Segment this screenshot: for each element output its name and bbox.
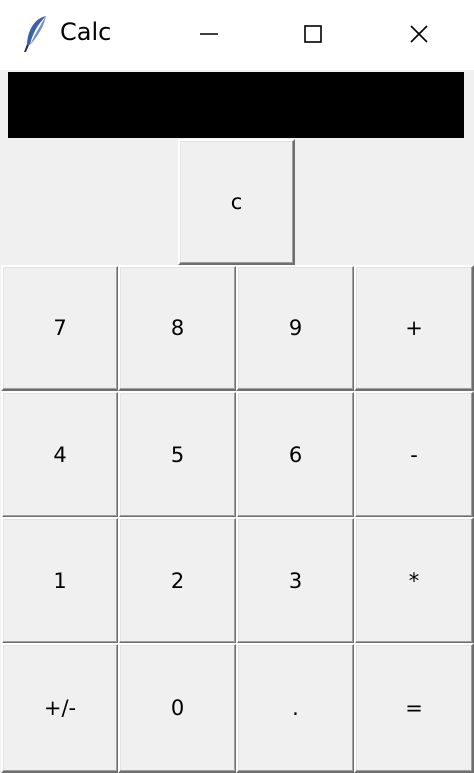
add-button[interactable]: +	[354, 265, 474, 391]
maximize-button[interactable]	[290, 16, 336, 56]
digit-2-button[interactable]: 2	[118, 517, 237, 644]
digit-6-button[interactable]: 6	[236, 391, 355, 518]
negate-button[interactable]: +/-	[1, 643, 119, 773]
clear-button[interactable]: c	[178, 139, 295, 265]
digit-4-button[interactable]: 4	[1, 391, 119, 518]
digit-7-button[interactable]: 7	[1, 265, 119, 391]
minimize-icon	[198, 23, 220, 49]
close-icon	[408, 23, 430, 49]
window-title: Calc	[60, 18, 112, 46]
digit-8-button[interactable]: 8	[118, 265, 237, 391]
digit-0-button[interactable]: 0	[118, 643, 237, 773]
calculator-display	[8, 72, 464, 138]
digit-9-button[interactable]: 9	[236, 265, 355, 391]
digit-3-button[interactable]: 3	[236, 517, 355, 644]
decimal-button[interactable]: .	[236, 643, 355, 773]
maximize-icon	[302, 23, 324, 49]
multiply-button[interactable]: *	[354, 517, 474, 644]
digit-5-button[interactable]: 5	[118, 391, 237, 518]
equals-button[interactable]: =	[354, 643, 474, 773]
close-button[interactable]	[396, 16, 442, 56]
title-bar[interactable]: Calc	[0, 0, 474, 70]
minimize-button[interactable]	[186, 16, 232, 56]
feather-icon	[22, 14, 50, 54]
digit-1-button[interactable]: 1	[1, 517, 119, 644]
subtract-button[interactable]: -	[354, 391, 474, 518]
